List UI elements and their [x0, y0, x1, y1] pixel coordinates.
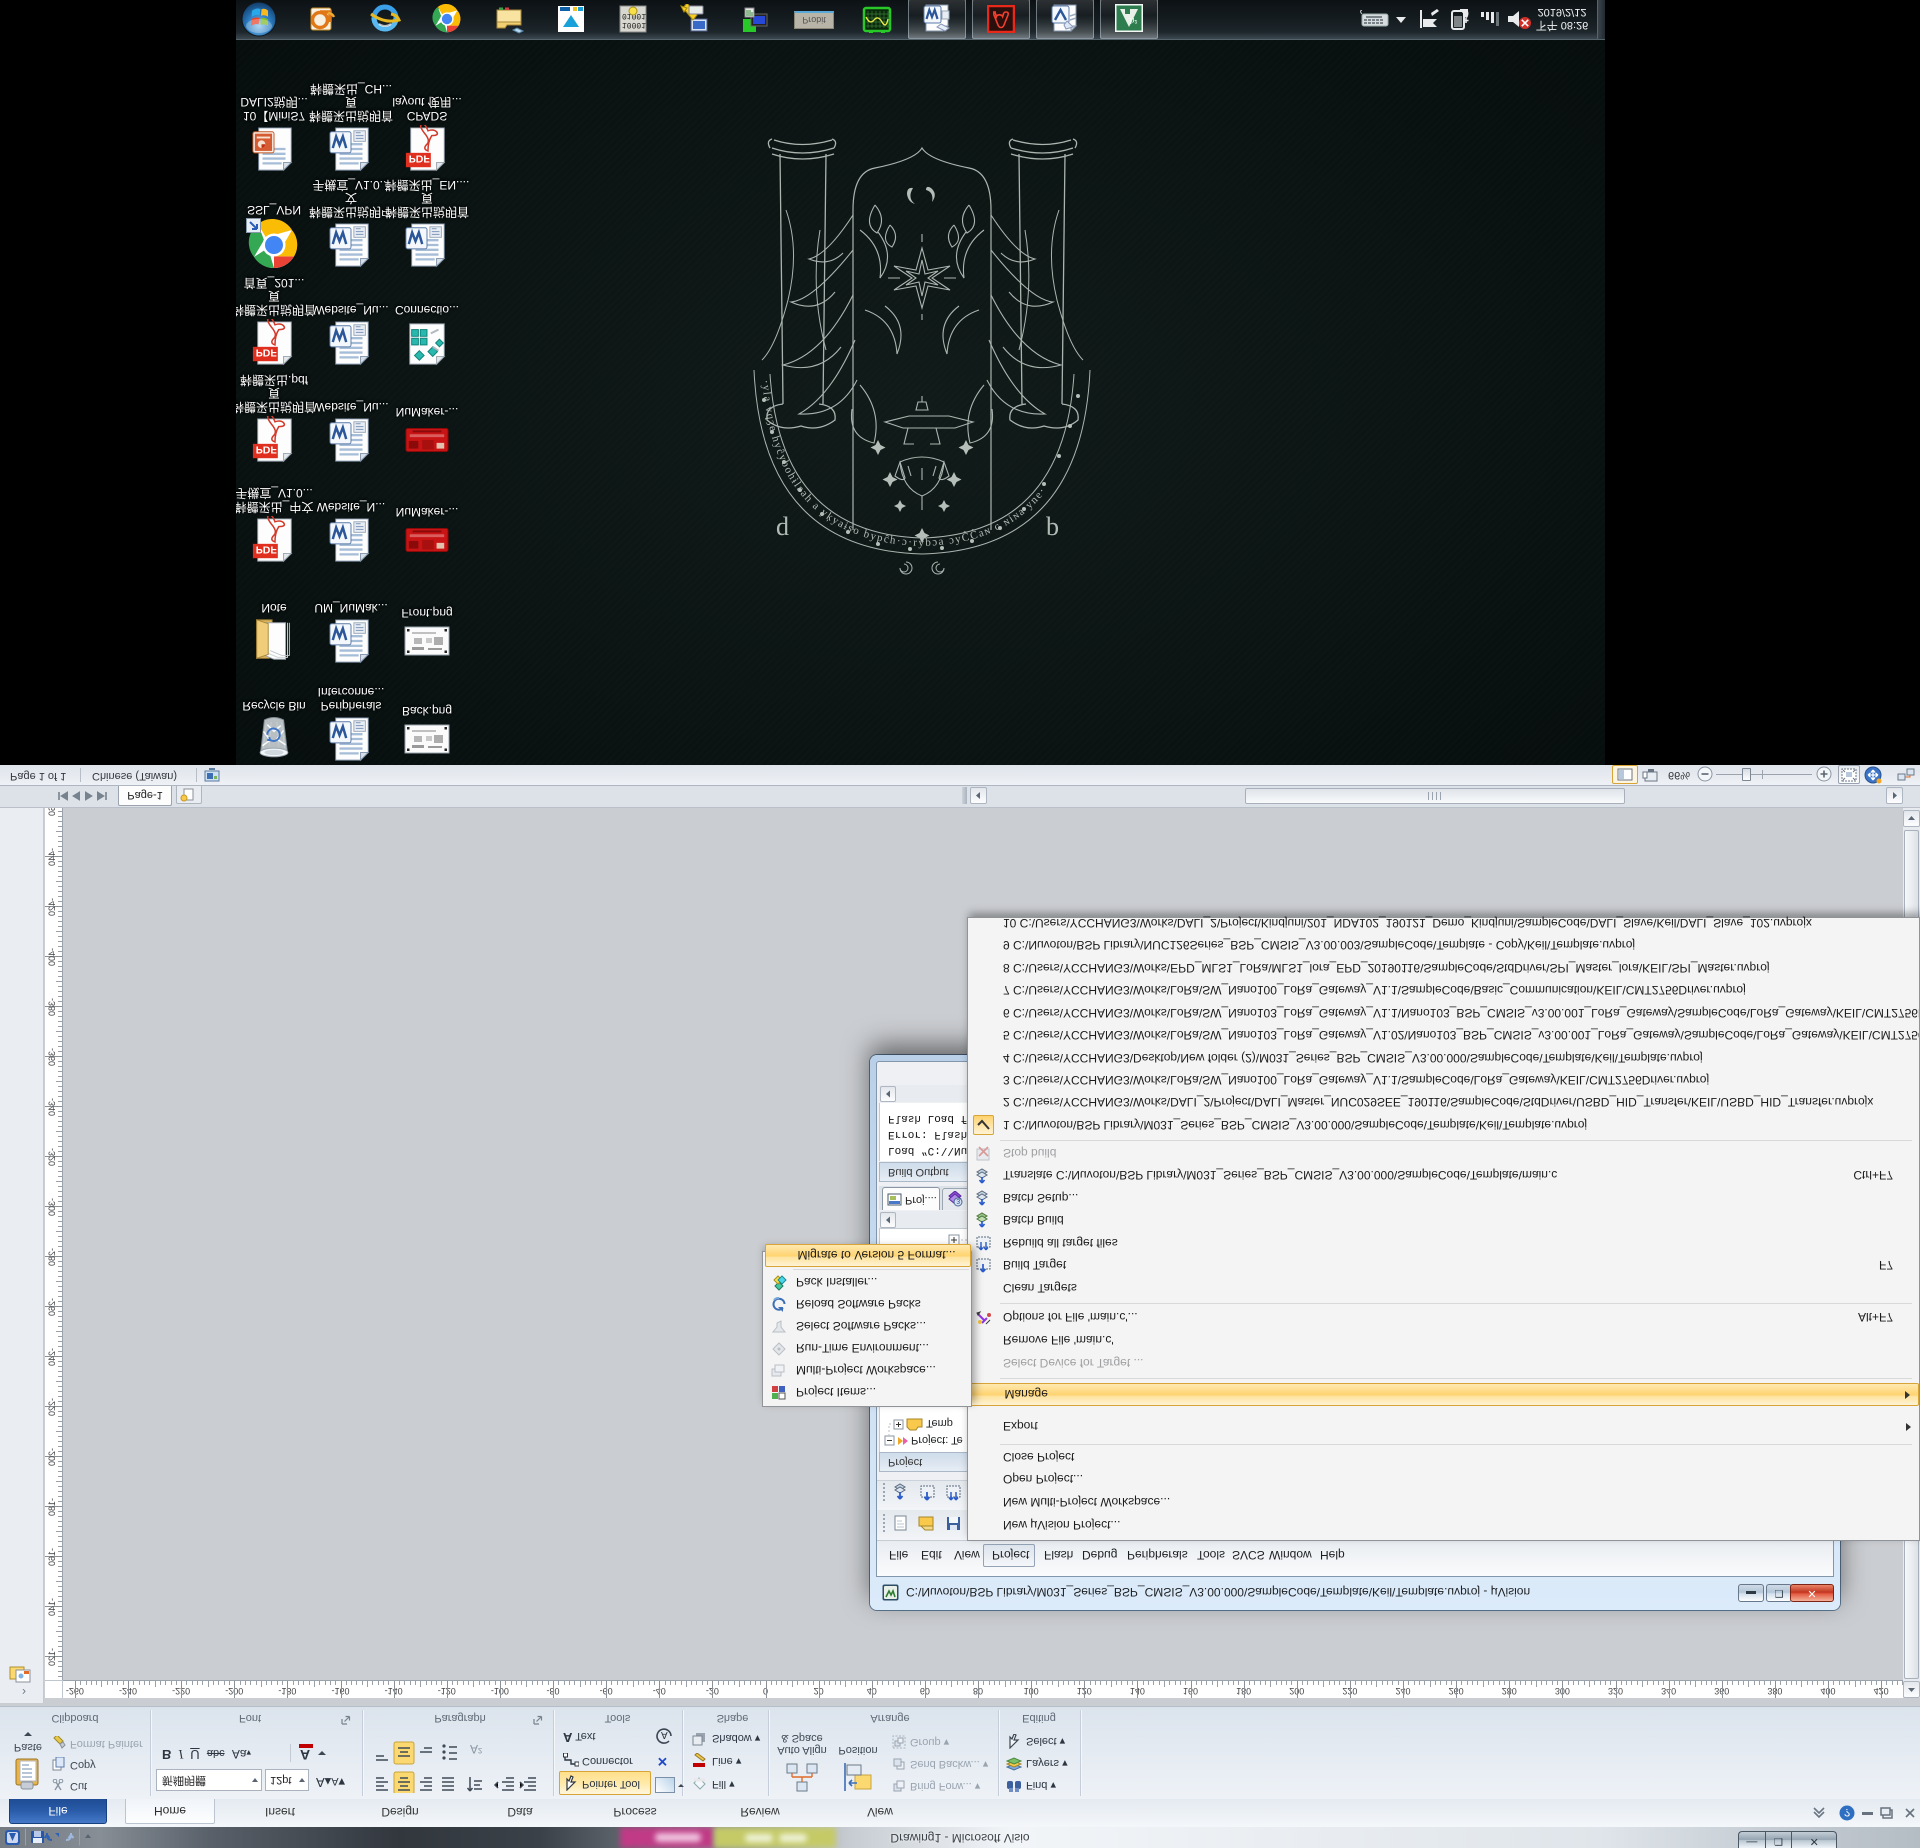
svg-text:b: b — [1046, 512, 1059, 541]
svg-text:Project: Te: Project: Te — [911, 1434, 963, 1446]
svg-text:A: A — [661, 1729, 668, 1740]
svg-text:h²: h² — [1130, 16, 1137, 25]
svg-text:10001: 10001 — [622, 20, 646, 29]
svg-text:Temp: Temp — [926, 1417, 953, 1429]
svg-text:d: d — [776, 512, 789, 541]
svg-text:·yla vqȝe hyĉybohɨlɛah a yķyaɨ: ·yla vqȝe hyĉybohɨlɛah a yķyaɨso bypĉh·ɔ… — [759, 379, 1048, 549]
svg-text:3: 3 — [956, 1197, 960, 1204]
svg-text:?: ? — [1844, 1806, 1850, 1818]
svg-text:A²: A² — [470, 1742, 482, 1756]
